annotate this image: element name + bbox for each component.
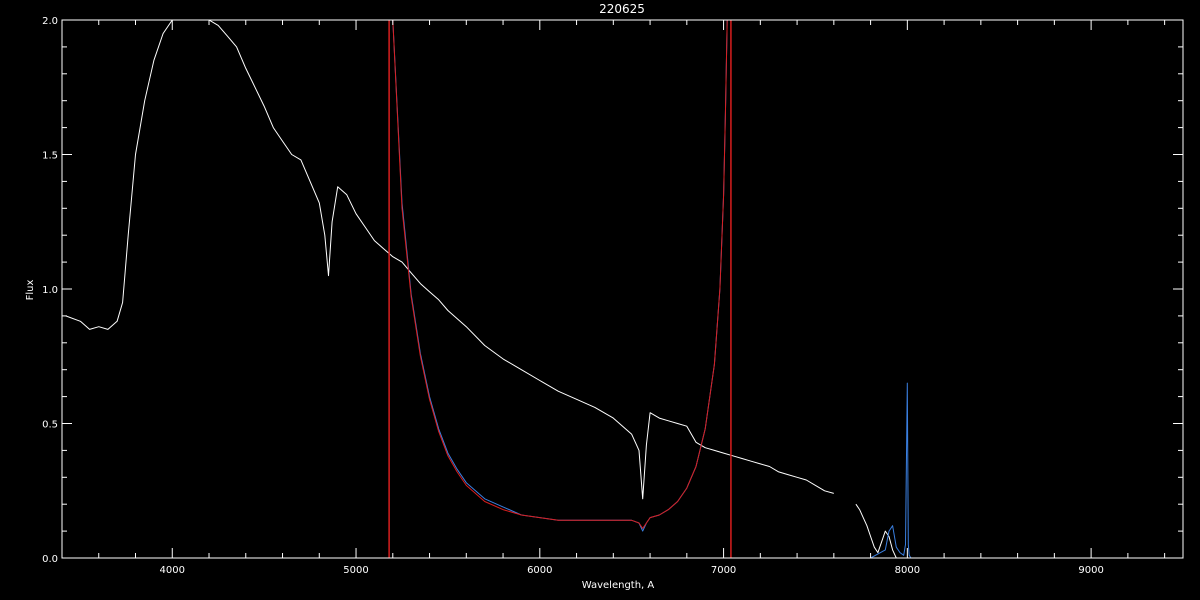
- y-tick-label-3: 1.5: [42, 151, 58, 162]
- series-line-3: [392, 20, 728, 532]
- x-axis-title: Wavelength, A: [582, 580, 655, 591]
- x-tick-label-4000: 4000: [160, 565, 185, 576]
- series-line-1: [855, 503, 897, 558]
- plot-area: [65, 20, 1183, 558]
- chart-title: 220625: [599, 2, 645, 16]
- series-line-2: [65, 382, 1183, 558]
- x-tick-label-7000: 7000: [711, 565, 736, 576]
- y-tick-label-2: 1.0: [42, 285, 58, 296]
- y-tick-label-0: 0.0: [42, 554, 58, 565]
- plot-series-group: [65, 20, 1183, 558]
- x-tick-label-6000: 6000: [527, 565, 552, 576]
- axes-frame: [61, 19, 1184, 559]
- x-tick-label-9000: 9000: [1078, 565, 1103, 576]
- series-line-4: [392, 20, 728, 529]
- y-tick-label-1: 0.5: [42, 420, 58, 431]
- x-tick-label-5000: 5000: [343, 565, 368, 576]
- axes: 4000 5000 6000 7000 8000 9000 0.0 0.5 1.0 1.5 2.0: [42, 16, 1184, 576]
- spectrum-chart: 220625 Wavelength, A Flux 4000 5000 6000 70…: [25, 2, 1184, 591]
- series-line-0: [65, 20, 834, 500]
- y-tick-label-4: 2.0: [42, 16, 58, 27]
- y-axis-title: Flux: [25, 280, 36, 301]
- chart-stage: 220625 Wavelength, A Flux 4000 5000 6000 70…: [0, 0, 1200, 600]
- x-tick-label-8000: 8000: [895, 565, 920, 576]
